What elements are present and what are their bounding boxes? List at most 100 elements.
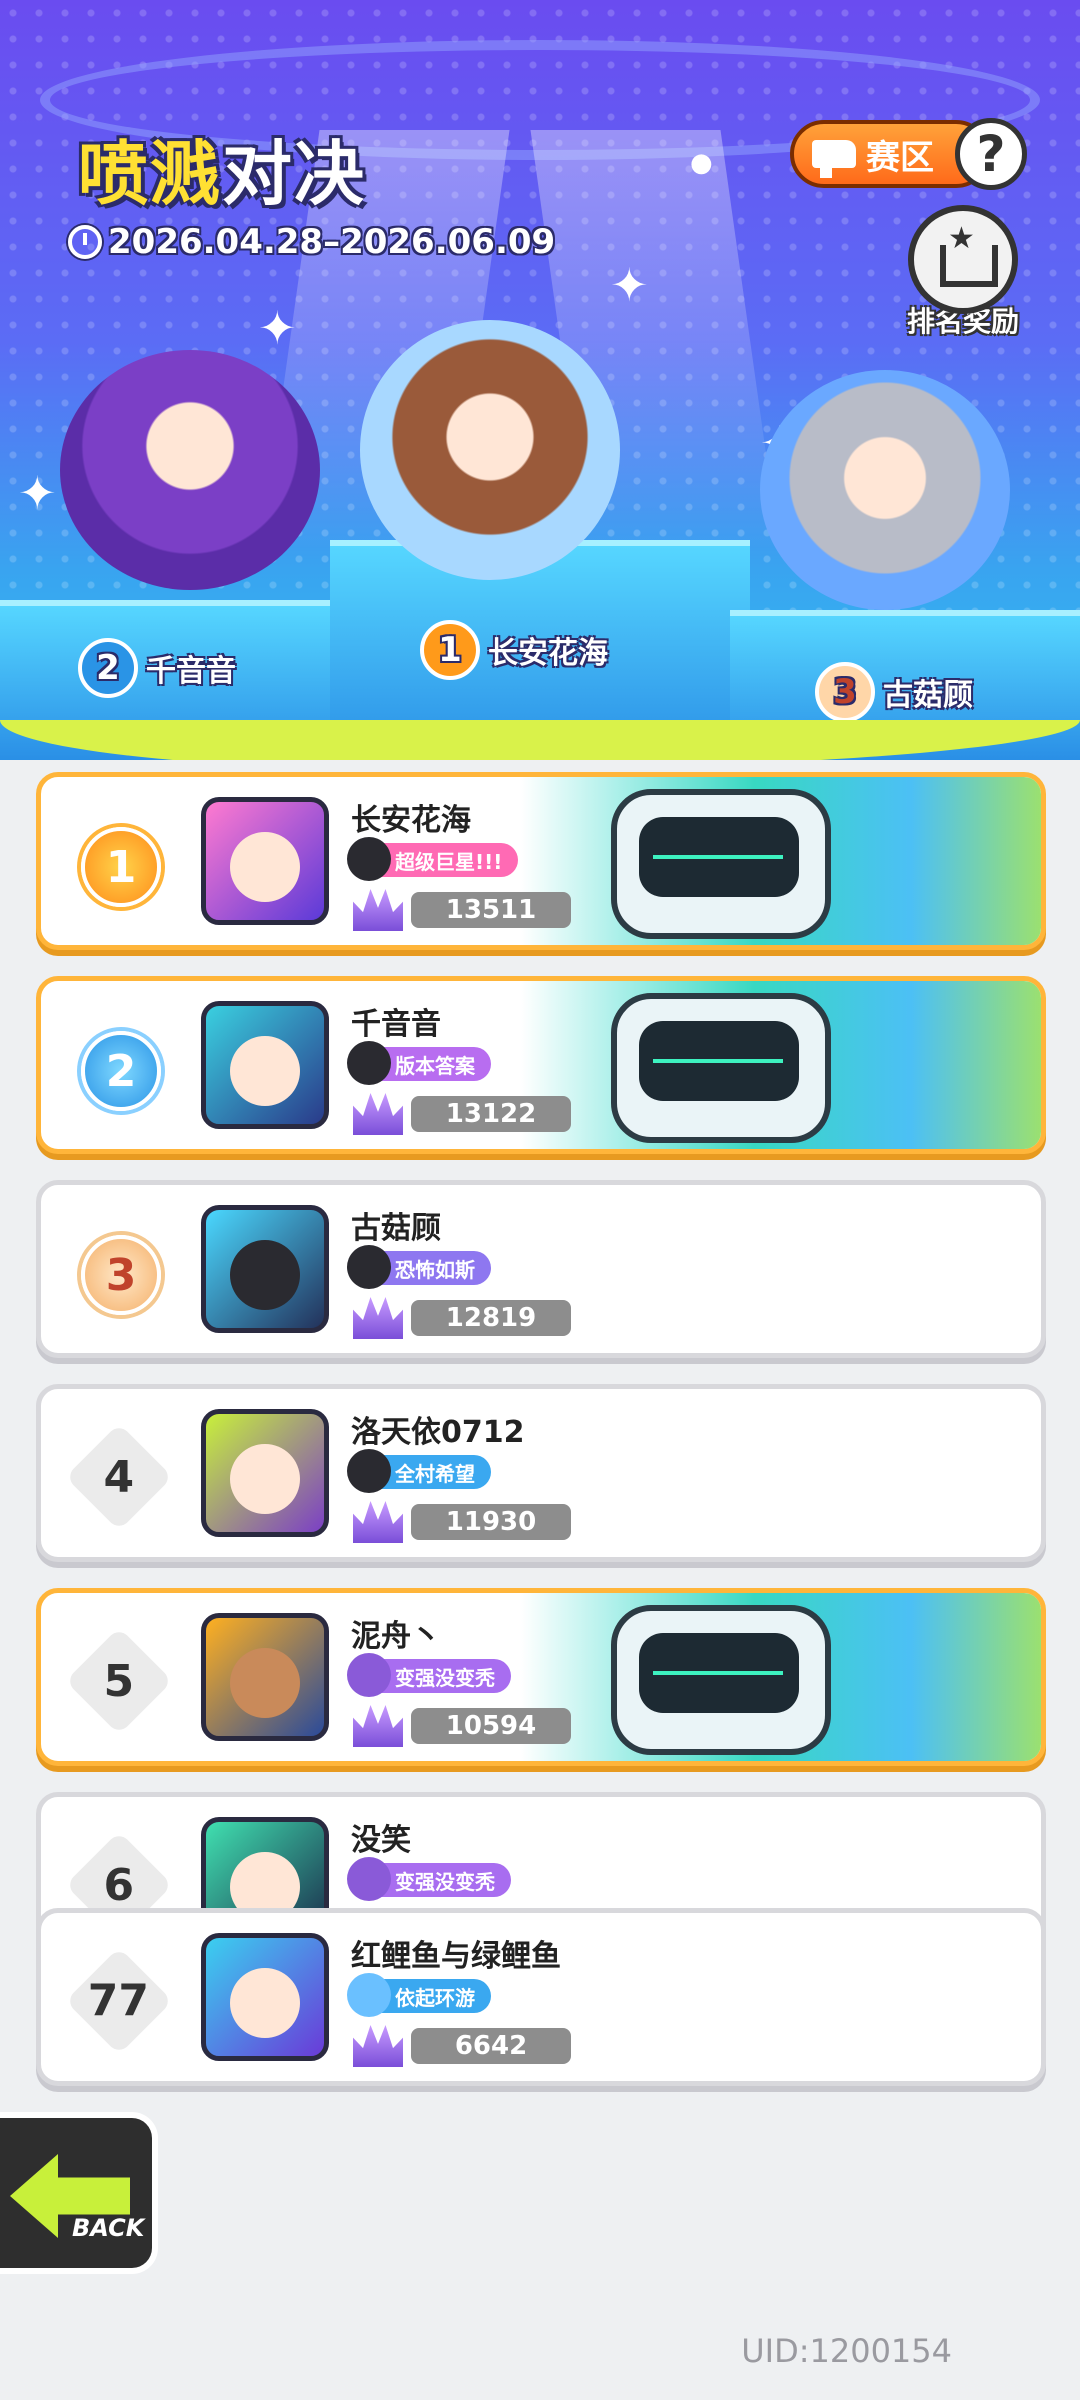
rank-number: 5	[103, 1655, 135, 1707]
player-title-text: 变强没变秃	[395, 1665, 495, 1690]
rank-number: 4	[103, 1451, 135, 1503]
rank-diamond-icon: 77	[65, 1947, 173, 2055]
score-row: 6642	[353, 2025, 571, 2067]
reward-box-icon	[908, 205, 1018, 314]
player-score: 10594	[411, 1708, 571, 1744]
rank-reward-button[interactable]: 排名奖励	[898, 205, 1028, 340]
player-title-text: 变强没变秃	[395, 1869, 495, 1894]
rank-number: 6	[103, 1859, 135, 1911]
player-title-badge: 超级巨星!!!	[347, 837, 519, 881]
sparkle-icon: ●	[690, 148, 713, 178]
score-row: 13511	[353, 889, 571, 931]
rank-diamond-icon: 4	[65, 1423, 173, 1531]
podium-name-3-text: 古菇顾	[883, 678, 973, 713]
ranking-row-5[interactable]: 5 泥舟丶 变强没变秃 10594	[36, 1588, 1046, 1766]
player-score: 13511	[411, 892, 571, 928]
sparkle-icon: ✦	[18, 466, 57, 520]
card-background-art	[521, 981, 1041, 1149]
rank-medal-icon: 1	[81, 827, 161, 907]
robot-icon	[611, 993, 831, 1143]
avatar[interactable]	[201, 797, 329, 925]
event-title-rest: 对决	[222, 133, 366, 215]
player-title-badge: 变强没变秃	[347, 1653, 511, 1697]
event-header: ✦ ✦ ✦ ✦ ● 喷溅对决 2026.04.28–2026.06.09 赛区 …	[0, 0, 1080, 760]
rank-1-badge-icon: 1	[420, 620, 480, 680]
back-button[interactable]: BACK	[0, 2112, 158, 2274]
title-badge-icon	[347, 837, 391, 881]
question-mark-icon: ?	[976, 125, 1006, 183]
avatar[interactable]	[201, 1613, 329, 1741]
rank-3-badge-icon: 3	[815, 662, 875, 722]
podium-name-3: 3 古菇顾	[815, 662, 973, 722]
podium-character-3[interactable]	[760, 370, 1010, 610]
player-title-text: 全村希望	[395, 1461, 475, 1486]
podium-name-1: 1 长安花海	[420, 620, 608, 680]
podium-character-1[interactable]	[360, 320, 620, 580]
my-ranking-row[interactable]: 77 红鲤鱼与绿鲤鱼 依起环游 6642	[36, 1908, 1046, 2086]
rank-medal-icon: 3	[81, 1235, 161, 1315]
player-score: 13122	[411, 1096, 571, 1132]
ranking-row-1[interactable]: 1 长安花海 超级巨星!!! 13511	[36, 772, 1046, 950]
rank-number: 2	[105, 1045, 137, 1097]
ranking-row-3[interactable]: 3 古菇顾 恐怖如斯 12819	[36, 1180, 1046, 1358]
title-badge-icon	[347, 1449, 391, 1493]
player-name: 红鲤鱼与绿鲤鱼	[351, 1939, 561, 1974]
player-name: 泥舟丶	[351, 1619, 441, 1654]
score-row: 11930	[353, 1501, 571, 1543]
player-title-text: 恐怖如斯	[395, 1257, 475, 1282]
card-background-art	[521, 777, 1041, 945]
rank-crown-icon	[353, 1501, 403, 1543]
rank-number: 3	[105, 1249, 137, 1301]
rank-crown-icon	[353, 1705, 403, 1747]
rank-crown-icon	[353, 1093, 403, 1135]
player-title-badge: 变强没变秃	[347, 1857, 511, 1901]
player-title-text: 依起环游	[395, 1985, 475, 2010]
player-title-text: 版本答案	[395, 1053, 475, 1078]
user-id-text: UID:1200154	[741, 2332, 952, 2370]
player-name: 没笑	[351, 1823, 411, 1858]
podium-name-2-text: 千音音	[146, 654, 236, 689]
podium-character-2[interactable]	[60, 350, 320, 590]
robot-icon	[611, 1605, 831, 1755]
title-badge-icon	[347, 1653, 391, 1697]
date-range-text: 2026.04.28–2026.06.09	[108, 222, 556, 262]
ranking-row-4[interactable]: 4 洛天依0712 全村希望 11930	[36, 1384, 1046, 1562]
help-button[interactable]: ?	[955, 118, 1027, 190]
zone-label: 赛区	[866, 137, 934, 178]
event-date-range: 2026.04.28–2026.06.09	[68, 222, 555, 262]
score-row: 13122	[353, 1093, 571, 1135]
podium-name-2: 2 千音音	[78, 638, 236, 698]
rank-2-badge-icon: 2	[78, 638, 138, 698]
player-score: 6642	[411, 2028, 571, 2064]
back-label: BACK	[72, 2214, 145, 2242]
rank-crown-icon	[353, 889, 403, 931]
ranking-row-2[interactable]: 2 千音音 版本答案 13122	[36, 976, 1046, 1154]
rank-medal-icon: 2	[81, 1031, 161, 1111]
podium-name-1-text: 长安花海	[488, 636, 608, 671]
rank-number: 77	[88, 1975, 150, 2027]
event-title-highlight: 喷溅	[78, 133, 222, 215]
sparkle-icon: ✦	[610, 258, 649, 312]
player-name: 古菇顾	[351, 1211, 441, 1246]
avatar[interactable]	[201, 1205, 329, 1333]
sparkle-icon: ✦	[258, 301, 297, 355]
avatar[interactable]	[201, 1933, 329, 2061]
player-score: 12819	[411, 1300, 571, 1336]
player-name: 千音音	[351, 1007, 441, 1042]
score-row: 10594	[353, 1705, 571, 1747]
player-title-badge: 恐怖如斯	[347, 1245, 491, 1289]
rank-number: 1	[105, 841, 137, 893]
avatar[interactable]	[201, 1001, 329, 1129]
robot-icon	[611, 789, 831, 939]
title-badge-icon	[347, 1973, 391, 2017]
player-name: 长安花海	[351, 803, 471, 838]
card-background-art	[521, 1593, 1041, 1761]
rank-crown-icon	[353, 1297, 403, 1339]
avatar[interactable]	[201, 1409, 329, 1537]
rank-crown-icon	[353, 2025, 403, 2067]
player-name: 洛天依0712	[351, 1415, 525, 1450]
player-title-badge: 依起环游	[347, 1973, 491, 2017]
player-title-text: 超级巨星!!!	[395, 849, 503, 874]
player-title-badge: 版本答案	[347, 1041, 491, 1085]
player-title-badge: 全村希望	[347, 1449, 491, 1493]
